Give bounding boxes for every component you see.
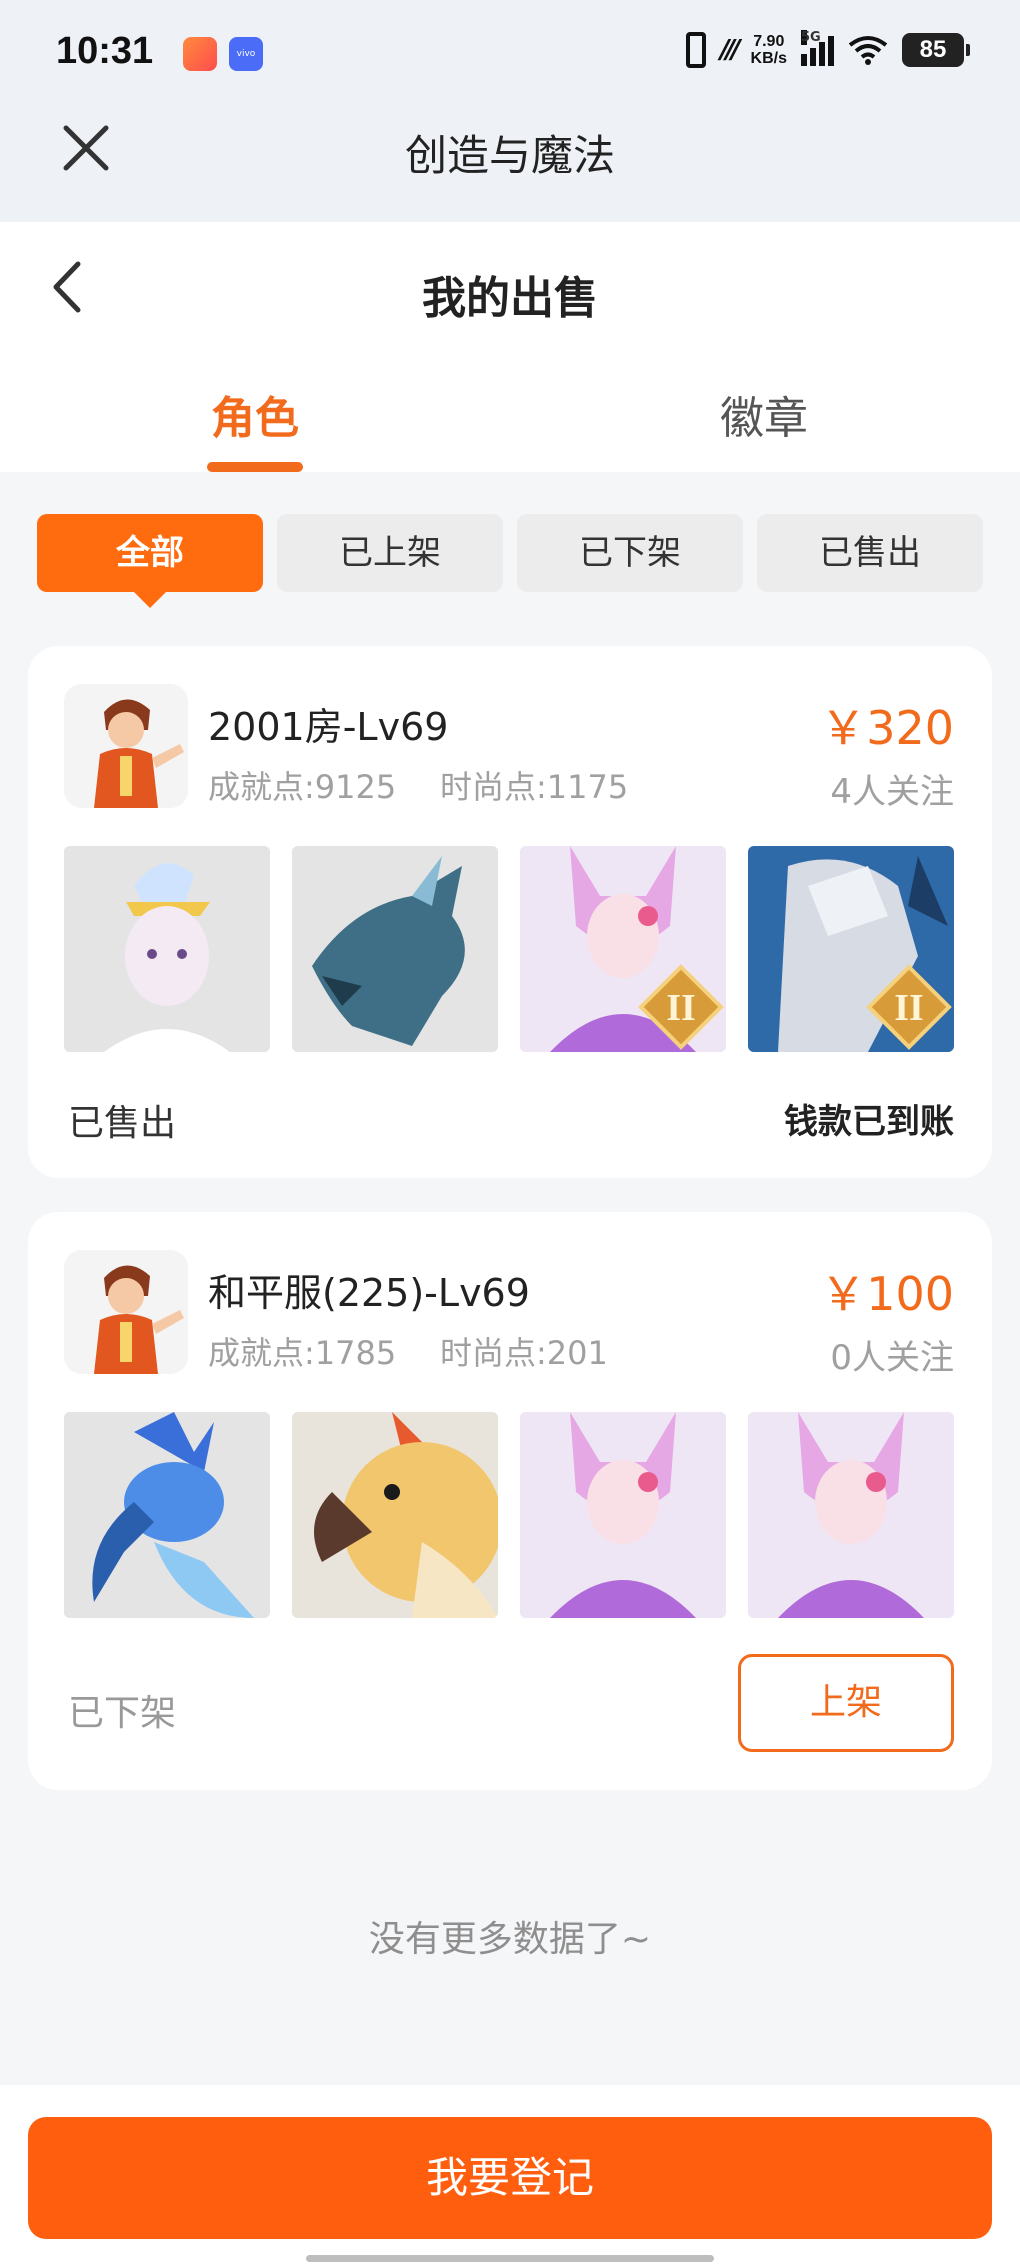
network-speed: 7.90 KB/s	[751, 33, 787, 67]
app-title: 创造与魔法	[404, 131, 615, 180]
page-header: 我的出售 角色 徽章	[0, 222, 1020, 472]
rank-badge-icon: II	[866, 964, 952, 1050]
character-name: 和平服(225)-Lv69	[208, 1271, 530, 1315]
item-thumbnail[interactable]	[520, 1412, 726, 1618]
tab-badge[interactable]: 徽章	[634, 382, 894, 446]
bottom-bar: 我要登记	[0, 2085, 1020, 2267]
price: ￥320	[820, 701, 954, 755]
tab-role[interactable]: 角色	[125, 382, 385, 446]
tab-active-indicator	[207, 462, 303, 472]
app-header: 10:31 vivo /// 7.90 KB/s 5G 85 创造与魔法	[0, 0, 1020, 222]
filter-sold[interactable]: 已售出	[757, 514, 983, 592]
status-filter-bar: 全部 已上架 已下架 已售出	[37, 514, 983, 608]
item-thumbnail[interactable]	[64, 846, 270, 1052]
price: ￥100	[820, 1267, 954, 1321]
fashion-points: 时尚点:1175	[440, 768, 629, 806]
character-avatar	[64, 684, 188, 808]
item-thumbnails	[64, 1412, 954, 1618]
watcher-count: 0人关注	[830, 1338, 954, 1378]
achievement-points: 成就点:1785	[208, 1334, 397, 1372]
end-of-list-text: 没有更多数据了~	[368, 1919, 652, 1960]
item-thumbnail[interactable]	[292, 846, 498, 1052]
network-type: 5G	[801, 30, 821, 45]
listing-card[interactable]: 和平服(225)-Lv69 成就点:1785 时尚点:201 ￥100 0人关注	[28, 1212, 992, 1790]
vibrate-icon	[686, 32, 707, 68]
status-time: 10:31	[56, 30, 154, 72]
vivo-app-icon: vivo	[229, 37, 263, 71]
filter-delisted[interactable]: 已下架	[517, 514, 743, 592]
rank-badge-icon: II	[638, 964, 724, 1050]
payment-status: 钱款已到账	[784, 1102, 954, 1142]
wifi-icon	[848, 36, 888, 65]
character-avatar	[64, 1250, 188, 1374]
fashion-points: 时尚点:201	[440, 1334, 608, 1372]
status-indicators: /// 7.90 KB/s 5G 85	[686, 30, 970, 70]
item-thumbnail[interactable]: II	[520, 846, 726, 1052]
item-thumbnail[interactable]	[64, 1412, 270, 1618]
notification-app-icon	[183, 37, 217, 71]
battery-level: 85	[902, 33, 970, 67]
sale-status: 已售出	[68, 1103, 177, 1144]
nfc-icon: ///	[720, 35, 740, 65]
svg-text:II: II	[666, 987, 696, 1029]
character-name: 2001房-Lv69	[208, 705, 449, 749]
network-speed-value: 7.90	[753, 33, 785, 50]
signal-icon: 5G	[801, 30, 834, 66]
watcher-count: 4人关注	[830, 772, 954, 812]
item-thumbnail[interactable]	[292, 1412, 498, 1618]
listing-card[interactable]: 2001房-Lv69 成就点:9125 时尚点:1175 ￥320 4人关注 I…	[28, 646, 992, 1178]
achievement-points: 成就点:9125	[208, 768, 397, 806]
sale-status: 已下架	[68, 1693, 177, 1734]
item-thumbnail[interactable]: II	[748, 846, 954, 1052]
home-indicator[interactable]	[306, 2255, 714, 2262]
filter-listed[interactable]: 已上架	[277, 514, 503, 592]
item-thumbnail[interactable]	[748, 1412, 954, 1618]
page-title: 我的出售	[422, 273, 598, 324]
item-thumbnails: II II	[64, 846, 954, 1052]
list-for-sale-button[interactable]: 上架	[738, 1654, 954, 1752]
filter-all[interactable]: 全部	[37, 514, 263, 608]
svg-text:II: II	[894, 987, 924, 1029]
register-button[interactable]: 我要登记	[28, 2117, 992, 2239]
network-speed-unit: KB/s	[750, 50, 787, 67]
